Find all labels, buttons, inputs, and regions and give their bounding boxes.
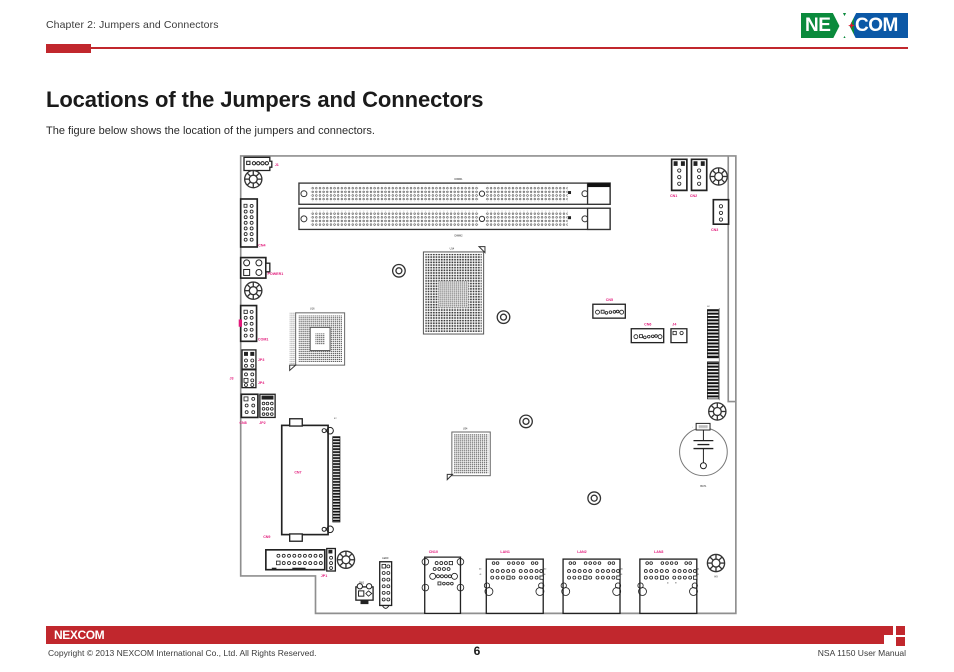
- connector-j1: [243, 156, 273, 172]
- connector-com1: [238, 304, 258, 343]
- connector-label-cn7: CN7: [294, 471, 301, 475]
- connector-label-cn5: CN5: [606, 298, 613, 302]
- connector-jp3: [241, 349, 257, 370]
- nexcom-logo: NE COM: [801, 13, 908, 38]
- connector-j4: [670, 328, 688, 344]
- connector-cn10: [421, 556, 465, 615]
- silk-label-dimm2: DIMM2: [455, 235, 464, 238]
- dimm1-slot: [298, 182, 611, 205]
- connector-label-lan1: LAN1: [500, 550, 509, 554]
- footer-nexcom-logo: NEXCOM: [54, 628, 105, 642]
- dimm-slot-group: DIMM1 DIMM2: [298, 178, 611, 238]
- connector-cn5: [592, 303, 626, 319]
- connector-jp1: [326, 547, 337, 572]
- mounting-hole: [709, 167, 728, 186]
- connector-label-cn2: CN2: [690, 194, 697, 198]
- mounting-hole: [244, 281, 263, 300]
- connector-label-cn8: CN8: [239, 421, 246, 425]
- silk-label-u34: U34: [463, 428, 468, 431]
- header-rule: [46, 44, 908, 54]
- connector-label-cn3: CN3: [711, 228, 718, 232]
- connector-label-cn4: CN4: [258, 244, 265, 248]
- connector-jp4: [241, 369, 257, 389]
- connector-cn9: [265, 549, 326, 571]
- chip-u16: [289, 312, 346, 372]
- connector-cn4: [239, 198, 259, 248]
- chip-u14: [422, 246, 486, 335]
- motherboard-diagram: DIMM1 DIMM2 J1 CN4 POWER1 COM1 JP3 JP4 J…: [180, 150, 780, 620]
- connector-lan1: A10 A9 A10 A9: [479, 558, 546, 615]
- connector-cn1: [670, 158, 688, 192]
- dimm2-slot: [298, 207, 611, 231]
- silk-label-u16: U16: [310, 308, 315, 311]
- connector-label-cn1: CN1: [670, 194, 677, 198]
- connector-cn6: [630, 328, 665, 344]
- connector-label-j3: J3: [229, 377, 233, 381]
- silk-label-bat1: BAT1: [700, 485, 707, 488]
- connector-lan2: A10 A9: [560, 558, 623, 615]
- connector-label-power1: POWER1: [268, 272, 284, 276]
- footer-decoration-square: [884, 626, 893, 635]
- silk-label-dimm1: DIMM1: [455, 178, 464, 181]
- connector-label-lan2: LAN2: [577, 550, 586, 554]
- footer-bar: NEXCOM: [46, 626, 884, 644]
- connector-label-jp4: JP4: [258, 381, 264, 385]
- chapter-breadcrumb: Chapter 2: Jumpers and Connectors: [46, 19, 219, 31]
- card-edge-connector-a32: [707, 308, 720, 401]
- connector-label-j1: J1: [275, 163, 279, 167]
- logo-text-right: COM: [855, 15, 898, 36]
- connector-label-jp2: JP2: [259, 421, 265, 425]
- page-number: 6: [473, 644, 481, 658]
- connector-label-cn9: CN9: [263, 535, 270, 539]
- led-header-led9: [379, 561, 393, 609]
- connector-label-com1: COM1: [258, 338, 268, 342]
- footer-manual-name: NSA 1150 User Manual: [817, 648, 906, 658]
- mounting-hole-h9: [706, 553, 726, 573]
- silk-label-sw1: SW1: [359, 582, 365, 585]
- mounting-hole: [244, 169, 263, 189]
- connector-label-jp3: JP3: [258, 358, 264, 362]
- silk-label-led9: LED9: [382, 557, 389, 560]
- connector-label-cn10: CN10: [429, 550, 438, 554]
- footer-decoration-square: [896, 626, 905, 635]
- mounting-hole: [708, 402, 727, 421]
- silk-label-u14: U14: [450, 247, 455, 250]
- page-intro-text: The figure below shows the location of t…: [46, 125, 375, 137]
- document-page: Chapter 2: Jumpers and Connectors NE COM…: [0, 0, 954, 672]
- connector-cn8: [240, 393, 259, 419]
- chip-u34: [446, 431, 491, 481]
- connector-label-lan3: LAN3: [654, 550, 663, 554]
- mounting-hole: [336, 550, 356, 570]
- page-title: Locations of the Jumpers and Connectors: [46, 87, 484, 112]
- connector-cn2: [690, 158, 708, 192]
- connector-label-j4: J4: [672, 322, 676, 326]
- connector-lan3: A1 B9 A2 B1: [637, 558, 699, 615]
- connector-label-jp1: JP1: [321, 574, 327, 578]
- header-rule-line: [91, 47, 908, 49]
- connector-jp2: [259, 393, 276, 419]
- header-rule-block: [46, 44, 91, 53]
- connector-cn3: [712, 198, 730, 225]
- connector-power1: [239, 256, 271, 279]
- connector-label-cn6: CN6: [644, 322, 651, 326]
